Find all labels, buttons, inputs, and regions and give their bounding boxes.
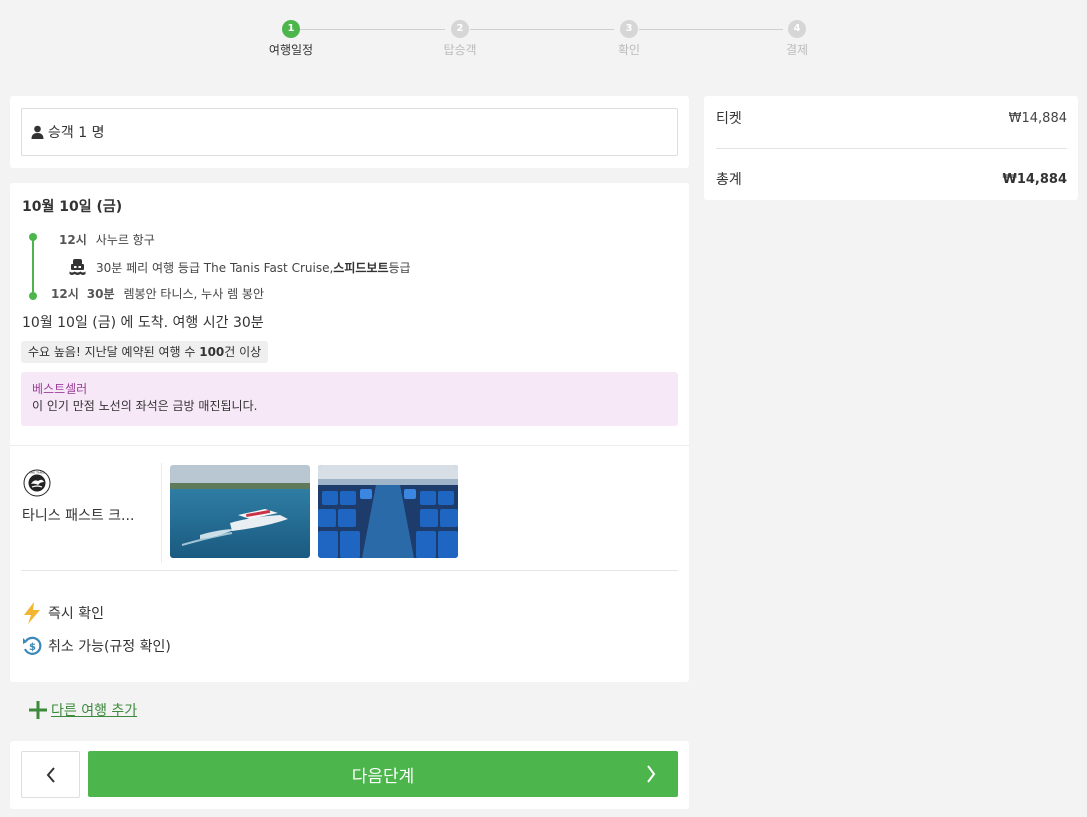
step-label: 결제 [785, 43, 809, 57]
plus-icon [29, 701, 47, 719]
boat-interior-photo[interactable] [318, 465, 458, 558]
arrival-minute: 30분 [86, 287, 115, 301]
bestseller-title: 베스트셀러 [32, 382, 88, 396]
arrival-summary: 10월 10일 (금) 에 도착. 여행 시간 30분 [22, 315, 264, 331]
refund-icon: $ [23, 636, 42, 655]
timeline-line [32, 237, 34, 296]
chevron-right-icon [647, 765, 656, 783]
chevron-left-icon [46, 766, 55, 783]
demand-badge: 수요 높음! 지난달 예약된 여행 수 100건 이상 [21, 341, 269, 363]
demand-count: 100 [199, 345, 225, 359]
step-number: 2 [451, 20, 469, 38]
step-confirm: 3 확인 [589, 20, 669, 57]
total-row: 총계 ₩14,884 [716, 169, 1067, 189]
next-step-label: 다음단계 [351, 766, 415, 787]
departure-place: 사누르 항구 [95, 233, 155, 247]
bestseller-description: 이 인기 만점 노선의 좌석은 금방 매진됩니다. [32, 399, 258, 413]
arrival-hour: 12시 [51, 287, 79, 301]
feature-label: 취소 가능(규정 확인) [48, 639, 171, 655]
ferry-icon [69, 259, 86, 275]
passenger-selector[interactable]: 승객 1 명 [21, 108, 678, 156]
total-price: ₩14,884 [1002, 171, 1067, 187]
departure-time: 12시 [59, 233, 87, 247]
step-passengers: 2 탑승객 [420, 20, 500, 57]
navigation-bar: 다음단계 [10, 741, 689, 809]
vessel-row: 30분 페리 여행 등급 The Tanis Fast Cruise, 스피드보… [69, 258, 411, 276]
step-label: 탑승객 [443, 43, 477, 57]
departure-dot [29, 233, 37, 241]
step-payment: 4 결제 [757, 20, 837, 57]
arrival-place: 렘봉안 타니스, 누사 렘 봉안 [123, 287, 265, 301]
section-divider [10, 445, 689, 446]
vessel-class: 스피드보트 [333, 260, 389, 275]
step-label: 확인 [617, 43, 641, 57]
progress-stepper: 1 여행일정 2 탑승객 3 확인 4 결제 [0, 0, 1087, 80]
demand-suffix: 건 이상 [224, 345, 262, 359]
tanis-logo: THE TANIS [23, 469, 51, 497]
operator-separator [161, 463, 162, 563]
step-number: 4 [788, 20, 806, 38]
feature-instant-confirm: 즉시 확인 [22, 602, 104, 624]
ticket-row: 티켓 ₩14,884 [716, 108, 1067, 128]
summary-divider [716, 148, 1067, 149]
arrival-dot [29, 292, 37, 300]
feature-label: 즉시 확인 [48, 606, 104, 622]
svg-text:$: $ [29, 642, 36, 653]
feature-cancellable: $ 취소 가능(규정 확인) [22, 636, 171, 656]
person-icon [31, 125, 44, 139]
vessel-description: 30분 페리 여행 등급 The Tanis Fast Cruise, [96, 260, 334, 275]
vessel-class-suffix: 등급 [388, 260, 411, 275]
arrival-row: 12시 30분 렘봉안 타니스, 누사 렘 봉안 [51, 285, 264, 302]
lightning-icon [24, 602, 40, 624]
departure-row: 12시 사누르 항구 [59, 231, 155, 248]
demand-prefix: 수요 높음! 지난달 예약된 여행 수 [28, 345, 200, 359]
trip-card: 10월 10일 (금) 12시 사누르 항구 30분 페리 여행 등급 The … [10, 183, 689, 682]
add-trip-link[interactable]: 다른 여행 추가 [28, 700, 137, 720]
ticket-label: 티켓 [716, 111, 742, 127]
operator-name: 타니스 패스트 크... [22, 508, 135, 524]
speedboat-photo[interactable] [170, 465, 310, 558]
add-trip-label: 다른 여행 추가 [51, 703, 138, 719]
trip-date: 10월 10일 (금) [22, 199, 123, 215]
features-divider [21, 570, 678, 571]
step-itinerary: 1 여행일정 [251, 20, 331, 57]
next-step-button[interactable]: 다음단계 [88, 751, 678, 797]
total-label: 총계 [716, 172, 742, 188]
step-number: 3 [620, 20, 638, 38]
step-label: 여행일정 [268, 43, 314, 57]
step-number: 1 [282, 20, 300, 38]
back-button[interactable] [21, 751, 80, 798]
price-summary: 티켓 ₩14,884 총계 ₩14,884 [704, 96, 1078, 200]
passenger-card: 승객 1 명 [10, 96, 689, 168]
passenger-count-label: 승객 1 명 [48, 125, 105, 141]
svg-text:THE TANIS: THE TANIS [28, 471, 45, 475]
bestseller-banner: 베스트셀러 이 인기 만점 노선의 좌석은 금방 매진됩니다. [21, 372, 678, 426]
ticket-price: ₩14,884 [1008, 110, 1067, 126]
